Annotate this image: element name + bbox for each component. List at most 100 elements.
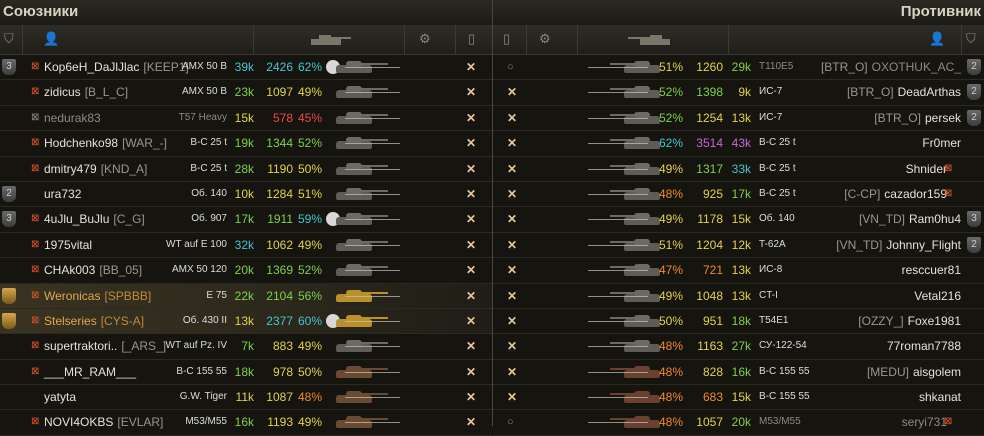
player-row[interactable]: ✕ 50% 951 18k T54E1 [OZZY_] Foxe1981 xyxy=(493,309,984,335)
col-squad-right[interactable]: ▯ xyxy=(493,25,527,54)
player-row[interactable]: ✕ 62% 3514 43k B-C 25 t Fr0mer xyxy=(493,131,984,157)
player-row[interactable]: ⊠ zidicus [B_L_C] AMX 50 B 23k 1097 49% ✕ xyxy=(0,80,492,106)
vehicle-name: B-C 25 t xyxy=(190,162,227,174)
player-row[interactable]: ✕ 51% 1204 12k T-62A [VN_TD] Johnny_Flight 2 xyxy=(493,233,984,259)
stat-s2: 3514 xyxy=(696,136,723,151)
clan-tag[interactable]: [BTR_O] xyxy=(874,111,921,125)
clan-tag[interactable]: [BTR_O] xyxy=(847,85,894,99)
player-name[interactable]: resccuer81 xyxy=(902,258,961,282)
player-row[interactable]: ○ 48% 1057 20k M53/M55 seryi731 ⊠ xyxy=(493,410,984,436)
player-name[interactable]: [VN_TD] Ram0hu4 xyxy=(859,207,961,231)
player-row[interactable]: ⊠ CHAk003 [BB_05] AMX 50 120 20k 1369 52% ✕ xyxy=(0,258,492,284)
rank-badge-icon: 3 xyxy=(2,59,16,75)
col-vehicle-left[interactable] xyxy=(254,25,405,54)
clan-tag[interactable]: [BTR_O] xyxy=(821,60,868,74)
player-row[interactable]: ✕ 49% 1048 13k CT-I Vetal216 xyxy=(493,284,984,309)
clan-tag[interactable]: [C-CP] xyxy=(844,187,880,201)
col-frags-right[interactable]: ⚙ xyxy=(527,25,578,54)
player-name[interactable]: [MEDU] aisgolem xyxy=(867,360,961,384)
player-row[interactable]: ✕ 52% 1254 13k ИС-7 [BTR_O] persek 2 xyxy=(493,106,984,132)
player-row[interactable]: ⊠ Stelseries [CYS-A] Об. 430 II 13k 2377 60% ✕ xyxy=(0,308,492,335)
player-row[interactable]: ✕ 48% 1163 27k СУ-122-54 77roman7788 xyxy=(493,334,984,360)
stat-s3: 60% xyxy=(298,313,323,328)
tank-gun-shape xyxy=(610,63,638,65)
health-bar xyxy=(345,92,400,94)
player-name[interactable]: [BTR_O] persek xyxy=(874,106,961,130)
player-name[interactable]: Vetal216 xyxy=(914,284,961,308)
player-row[interactable]: ○ 51% 1260 29k T110E5 [BTR_O] OXOTHUK_AC_ 2 xyxy=(493,55,984,81)
player-row[interactable]: ✕ 49% 1317 33k B-C 25 t Shnider ⊠ xyxy=(493,157,984,182)
squad-icon: ▯ xyxy=(503,31,511,46)
clan-tag[interactable]: [WAR_-] xyxy=(122,136,167,150)
player-row[interactable]: ⊠ supertraktori.. [_ARS_] WT auf Pz. IV 7k 88… xyxy=(0,334,492,360)
player-row[interactable]: ⊠ 1975vital WT auf E 100 32k 1062 49% ✕ xyxy=(0,233,492,259)
player-row[interactable]: ✕ 49% 1178 15k Об. 140 [VN_TD] Ram0hu4 3 xyxy=(493,207,984,233)
player-row[interactable]: ⊠ nedurak83 T57 Heavy 15k 578 45% ✕ xyxy=(0,106,492,132)
player-name[interactable]: 77roman7788 xyxy=(887,334,961,358)
player-name[interactable]: supertraktori.. [_ARS_] xyxy=(44,334,166,358)
player-name[interactable]: [VN_TD] Johnny_Flight xyxy=(836,233,961,257)
col-player-right[interactable]: 👤 xyxy=(729,25,962,54)
player-name[interactable]: Shnider xyxy=(906,157,947,181)
player-row[interactable]: ⊠ Hodchenko98 [WAR_-] B-C 25 t 19k 1344 52% ✕ xyxy=(0,131,492,157)
player-row[interactable]: ⊠ Weronicas [SPBBB] E 75 22k 2104 56% ✕ xyxy=(0,283,492,309)
player-name[interactable]: 4uJlu_BuJlu [C_G] xyxy=(44,207,145,231)
col-squad-left[interactable]: ▯ xyxy=(456,25,492,54)
stat-s2: 1344 xyxy=(266,136,293,151)
player-row[interactable]: ⊠ NOVI4OKBS [EVLAR] M53/M55 16k 1193 49% ✕ xyxy=(0,410,492,436)
clan-tag[interactable]: [OZZY_] xyxy=(858,314,903,328)
player-name[interactable]: Kop6eH_DaJlJlac [KEEP1] xyxy=(44,55,189,79)
player-name[interactable]: dmitry479 [KND_A] xyxy=(44,157,147,181)
player-row[interactable]: yatyta G.W. Tiger 11k 1087 48% ✕ xyxy=(0,385,492,411)
player-name[interactable]: Hodchenko98 [WAR_-] xyxy=(44,131,167,155)
player-name[interactable]: [BTR_O] OXOTHUK_AC_ xyxy=(821,55,961,79)
clan-tag[interactable]: [EVLAR] xyxy=(117,415,163,429)
col-frags-left[interactable]: ⚙ xyxy=(405,25,456,54)
player-name[interactable]: [OZZY_] Foxe1981 xyxy=(858,309,961,333)
player-name[interactable]: shkanat xyxy=(919,385,961,409)
player-name[interactable]: ___MR_RAM___ xyxy=(44,360,136,384)
player-row[interactable]: 2 ura732 Об. 140 10k 1284 51% ✕ xyxy=(0,182,492,208)
destroyed-mark-icon: ✕ xyxy=(507,212,518,227)
clan-tag[interactable]: [MEDU] xyxy=(867,365,909,379)
player-name[interactable]: [C-CP] cazador159 xyxy=(844,182,947,206)
player-name[interactable]: Stelseries [CYS-A] xyxy=(44,309,144,333)
player-row[interactable]: ✕ 48% 683 15k B-C 155 55 shkanat xyxy=(493,385,984,411)
player-name[interactable]: Fr0mer xyxy=(922,131,961,155)
player-row[interactable]: ✕ 48% 925 17k B-C 25 t [C-CP] cazador159 ⊠ xyxy=(493,182,984,208)
player-row[interactable]: ✕ 48% 828 16k B-C 155 55 [MEDU] aisgolem xyxy=(493,360,984,386)
health-bar xyxy=(345,270,400,272)
player-name[interactable]: Weronicas [SPBBB] xyxy=(44,284,151,308)
clan-tag[interactable]: [_ARS_] xyxy=(121,339,166,353)
col-player-left[interactable]: 👤 xyxy=(23,25,254,54)
clan-tag[interactable]: [VN_TD] xyxy=(836,238,882,252)
clan-tag[interactable]: [B_L_C] xyxy=(85,85,128,99)
player-name[interactable]: yatyta xyxy=(44,385,76,409)
player-name[interactable]: zidicus [B_L_C] xyxy=(44,80,128,104)
player-row[interactable]: ⊠ dmitry479 [KND_A] B-C 25 t 28k 1190 50% ✕ xyxy=(0,157,492,182)
player-row[interactable]: 3 ⊠ Kop6eH_DaJlJlac [KEEP1] AMX 50 B 39k 2426 6… xyxy=(0,55,492,81)
player-row[interactable]: 3 ⊠ 4uJlu_BuJlu [C_G] Об. 907 17k 1911 59% ✕ xyxy=(0,207,492,233)
col-vehicle-right[interactable] xyxy=(578,25,729,54)
tank-gun-shape xyxy=(610,367,638,370)
player-name[interactable]: ura732 xyxy=(44,182,81,206)
player-name[interactable]: 1975vital xyxy=(44,233,92,257)
clan-tag[interactable]: [C_G] xyxy=(113,212,144,226)
player-row[interactable]: ⊠ ___MR_RAM___ B-C 155 55 18k 978 50% ✕ xyxy=(0,360,492,386)
col-badge-right[interactable]: ⛉ xyxy=(962,25,984,54)
player-name[interactable]: NOVI4OKBS [EVLAR] xyxy=(44,410,163,434)
player-row[interactable]: ✕ 52% 1398 9k ИС-7 [BTR_O] DeadArthas 2 xyxy=(493,80,984,106)
destroyed-tank-icon: ⚙ xyxy=(539,31,551,46)
col-badge-left[interactable]: ⛉ xyxy=(0,25,23,54)
clan-tag[interactable]: [KND_A] xyxy=(101,162,148,176)
clan-tag[interactable]: [VN_TD] xyxy=(859,212,905,226)
player-row[interactable]: ✕ 47% 721 13k ИС-8 resccuer81 xyxy=(493,258,984,284)
player-name[interactable]: seryi731 xyxy=(902,410,947,434)
player-name[interactable]: [BTR_O] DeadArthas xyxy=(847,80,961,104)
clan-tag[interactable]: [BB_05] xyxy=(99,263,142,277)
clan-tag[interactable]: [SPBBB] xyxy=(104,289,151,303)
player-name[interactable]: CHAk003 [BB_05] xyxy=(44,258,142,282)
player-name[interactable]: nedurak83 xyxy=(44,106,101,130)
clan-tag[interactable]: [CYS-A] xyxy=(101,314,144,328)
stat-s1: 27k xyxy=(731,339,751,354)
